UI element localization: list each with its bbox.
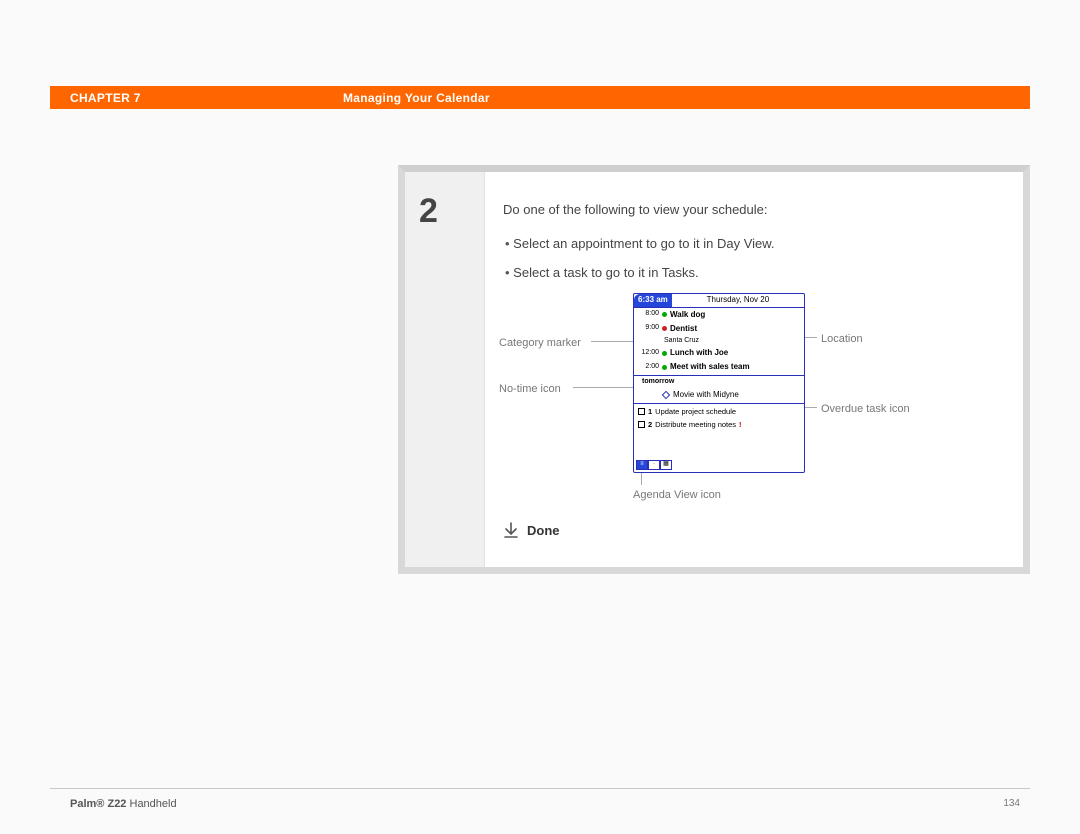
step-content: Do one of the following to view your sch… — [485, 172, 1023, 567]
bullet-2: Select a task to go to it in Tasks. — [503, 263, 1001, 283]
event-title: Movie with Midyne — [673, 389, 739, 401]
chapter-title: Managing Your Calendar — [343, 91, 490, 105]
event-location: Santa Cruz — [634, 336, 804, 347]
event-title: Meet with sales team — [670, 361, 750, 373]
done-row: Done — [503, 521, 1001, 541]
divider — [634, 403, 804, 404]
footer-text: Palm® Z22 Handheld — [70, 798, 177, 810]
no-time-icon — [662, 390, 670, 398]
pda-screen: 6:33 am Thursday, Nov 20 8:00 Walk dog 9… — [633, 293, 805, 473]
instruction-panel: 2 Do one of the following to view your s… — [398, 165, 1030, 574]
pda-event: 9:00 Dentist — [634, 322, 804, 336]
chapter-header-bar: CHAPTER 7 Managing Your Calendar — [50, 86, 1030, 109]
checkbox-icon — [638, 421, 645, 428]
pda-diagram: Category marker No-time icon Location Ov… — [503, 293, 1001, 503]
event-title: Dentist — [670, 323, 697, 335]
lead-line — [641, 471, 642, 485]
page-number: 134 — [1003, 798, 1020, 809]
done-arrow-icon — [503, 522, 519, 538]
footer-suffix: Handheld — [130, 798, 177, 810]
task-priority: 2 — [648, 419, 652, 430]
chapter-label: CHAPTER 7 — [70, 91, 343, 105]
event-title: Walk dog — [670, 309, 705, 321]
pda-titlebar: 6:33 am Thursday, Nov 20 — [634, 294, 804, 308]
step-instruction: Do one of the following to view your sch… — [503, 200, 1001, 220]
category-marker-icon — [662, 312, 667, 317]
callout-location: Location — [821, 331, 863, 348]
pda-event: 8:00 Walk dog — [634, 308, 804, 322]
category-marker-icon — [662, 365, 667, 370]
task-priority: 1 — [648, 406, 652, 417]
event-time: 2:00 — [637, 362, 659, 373]
footer-brand: Palm® — [70, 798, 104, 810]
category-marker-icon — [662, 351, 667, 356]
callout-category-marker: Category marker — [499, 335, 581, 352]
week-view-icon: ▦ — [660, 460, 672, 470]
pda-time: 6:33 am — [634, 294, 672, 307]
agenda-view-icon: ≡ — [636, 460, 648, 470]
callout-overdue-task-icon: Overdue task icon — [821, 401, 910, 418]
callout-agenda-view-icon: Agenda View icon — [633, 487, 721, 504]
pda-event: 12:00 Lunch with Joe — [634, 346, 804, 360]
event-time: 12:00 — [637, 348, 659, 359]
task-title: Update project schedule — [655, 406, 736, 417]
pda-event: 2:00 Meet with sales team — [634, 360, 804, 374]
pda-task: 2 Distribute meeting notes ! — [634, 418, 804, 431]
divider — [634, 375, 804, 376]
overdue-task-icon: ! — [739, 419, 742, 430]
bullet-1: Select an appointment to go to it in Day… — [503, 234, 1001, 254]
pda-notime-event: Movie with Midyne — [634, 388, 804, 402]
task-title: Distribute meeting notes — [655, 419, 736, 430]
event-time: 8:00 — [637, 309, 659, 320]
footer-model: Z22 — [107, 798, 126, 810]
day-view-icon: · — [648, 460, 660, 470]
footer-rule — [50, 788, 1030, 789]
pda-date: Thursday, Nov 20 — [672, 294, 804, 306]
event-time: 9:00 — [637, 323, 659, 334]
callout-no-time-icon: No-time icon — [499, 381, 561, 398]
pda-view-switcher: ≡ · ▦ — [636, 460, 672, 470]
step-number-column: 2 — [405, 172, 485, 567]
step-number: 2 — [419, 192, 484, 231]
tomorrow-label: tomorrow — [634, 377, 804, 388]
pda-task: 1 Update project schedule — [634, 405, 804, 418]
category-marker-icon — [662, 326, 667, 331]
checkbox-icon — [638, 408, 645, 415]
event-title: Lunch with Joe — [670, 347, 728, 359]
done-label: Done — [527, 521, 560, 541]
